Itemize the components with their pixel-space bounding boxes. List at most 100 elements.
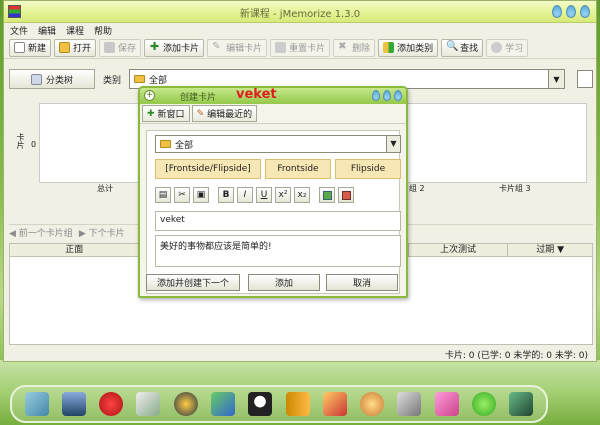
dock: [10, 385, 548, 423]
copy-icon[interactable]: ▤: [155, 187, 171, 203]
pets-icon[interactable]: [99, 392, 124, 416]
category-label: 类别: [103, 75, 122, 86]
music-disc-icon[interactable]: [173, 392, 198, 416]
tab-flipside[interactable]: Flipside: [335, 159, 401, 179]
remove-image-icon[interactable]: [338, 187, 354, 203]
window-title: 新课程 - jMemorize 1.3.0: [239, 9, 361, 20]
edit-card-label: 编辑卡片: [226, 44, 263, 54]
back-input[interactable]: 美好的事物都应该是简单的!: [155, 235, 401, 267]
paste-icon[interactable]: ▣: [193, 187, 209, 203]
find-button[interactable]: 🔍 查找: [441, 38, 484, 57]
menu-file[interactable]: 文件: [10, 24, 28, 37]
menu-help[interactable]: 帮助: [94, 24, 112, 37]
image-viewer-icon[interactable]: [24, 392, 49, 416]
penguin-icon[interactable]: [248, 392, 273, 416]
add-category-button[interactable]: 添加类别: [378, 38, 439, 57]
cut-icon[interactable]: ✂: [174, 187, 190, 203]
col-front[interactable]: 正面: [10, 244, 140, 256]
reset-icon: [275, 42, 287, 53]
col-expire[interactable]: 过期 ▼: [508, 244, 592, 256]
next-deck-label: 下个卡片: [88, 229, 125, 239]
photo-icon[interactable]: [434, 392, 459, 416]
book-icon[interactable]: [285, 392, 310, 416]
maximize-button[interactable]: [566, 5, 576, 18]
front-input[interactable]: veket: [155, 211, 401, 231]
reset-card-button[interactable]: 重置卡片: [270, 38, 331, 57]
learn-label: 学习: [505, 44, 524, 54]
tab-frontside[interactable]: Frontside: [265, 159, 331, 179]
delete-button[interactable]: ✖ 删除: [333, 38, 376, 57]
category-selected-value: 全部: [149, 75, 168, 86]
folder-open-icon: [59, 42, 71, 53]
dialog-close-button[interactable]: [394, 90, 402, 101]
new-window-button[interactable]: ✚ 新窗口: [142, 105, 190, 122]
col-last-test[interactable]: 上次测试: [409, 244, 509, 256]
dialog-title: 创建卡片: [180, 93, 217, 103]
recorder-icon[interactable]: [509, 392, 534, 416]
find-label: 查找: [460, 44, 479, 54]
office-icon[interactable]: [322, 392, 347, 416]
delete-label: 删除: [352, 44, 371, 54]
add-button[interactable]: 添加: [248, 274, 320, 291]
usb-drive-icon[interactable]: [397, 392, 422, 416]
edit-card-button[interactable]: ✎ 编辑卡片: [207, 38, 268, 57]
folder-icon: [160, 140, 171, 148]
plant-icon[interactable]: [472, 392, 497, 416]
menubar: 文件 编辑 课程 帮助: [4, 23, 596, 37]
subscript-icon[interactable]: x₂: [294, 187, 310, 203]
underline-icon[interactable]: U: [256, 187, 272, 203]
search-icon: 🔍: [446, 41, 459, 52]
dialog-maximize-button[interactable]: [383, 90, 391, 101]
italic-icon[interactable]: I: [237, 187, 253, 203]
side-tabs: [Frontside/Flipside] Frontside Flipside: [155, 159, 401, 179]
dialog-category-value: 全部: [175, 140, 194, 151]
prev-deck-button[interactable]: ◀ 前一个卡片组: [9, 226, 73, 239]
chevron-down-icon[interactable]: ▼: [386, 136, 400, 152]
superscript-icon[interactable]: x²: [275, 187, 291, 203]
menu-edit[interactable]: 编辑: [38, 24, 56, 37]
open-button[interactable]: 打开: [54, 38, 97, 57]
window-toggle-button[interactable]: [577, 70, 593, 88]
paint-icon[interactable]: [360, 392, 385, 416]
minimize-button[interactable]: [552, 5, 562, 18]
delete-icon: ✖: [338, 41, 347, 52]
open-label: 打开: [73, 44, 92, 54]
chart-xtick-total: 总计: [97, 184, 113, 193]
learn-button[interactable]: 学习: [486, 38, 529, 57]
insert-image-icon[interactable]: [319, 187, 335, 203]
create-card-dialog: + 创建卡片 veket ✚ 新窗口 ✎ 编辑最近的 全部 ▼ [Frontside…: [138, 86, 408, 298]
edit-recent-label: 编辑最近的: [207, 110, 253, 120]
add-card-button[interactable]: ✚ 添加卡片: [144, 38, 205, 57]
menu-course[interactable]: 课程: [66, 24, 84, 37]
folder-icon: [134, 75, 146, 83]
close-button[interactable]: [580, 5, 590, 18]
new-button[interactable]: 新建: [9, 38, 52, 57]
save-icon: [104, 42, 116, 53]
edit-recent-button[interactable]: ✎ 编辑最近的: [191, 105, 258, 122]
new-file-icon: [14, 42, 25, 53]
bold-icon[interactable]: B: [218, 187, 234, 203]
dialog-titlebar: + 创建卡片 veket: [140, 87, 406, 104]
add-category-label: 添加类别: [397, 44, 434, 54]
monitor-icon[interactable]: [61, 392, 86, 416]
category-tree-label: 分类树: [45, 75, 73, 86]
status-bar: 卡片: 0 (已学: 0 未学的: 0 未学: 0): [444, 351, 588, 361]
cancel-button[interactable]: 取消: [326, 274, 398, 291]
plus-icon: ✚: [149, 40, 160, 53]
save-label: 保存: [118, 44, 137, 54]
network-icon[interactable]: [211, 392, 236, 416]
chart-ytick: 0: [31, 140, 37, 149]
category-tree-button[interactable]: 分类树: [9, 69, 95, 89]
tree-icon: [30, 73, 42, 85]
tab-frontside-flipside[interactable]: [Frontside/Flipside]: [155, 159, 261, 179]
dialog-category-select[interactable]: 全部 ▼: [155, 135, 401, 153]
save-button[interactable]: 保存: [99, 38, 142, 57]
plus-icon: +: [144, 90, 155, 101]
category-icon: [383, 42, 395, 53]
chevron-down-icon[interactable]: ▼: [548, 70, 564, 88]
next-deck-button[interactable]: ▶ 下个卡片: [79, 226, 125, 239]
notes-icon[interactable]: [136, 392, 161, 416]
dialog-minimize-button[interactable]: [372, 90, 380, 101]
pencil-icon: ✎: [212, 41, 221, 52]
add-and-next-button[interactable]: 添加并创建下一个: [146, 274, 240, 291]
